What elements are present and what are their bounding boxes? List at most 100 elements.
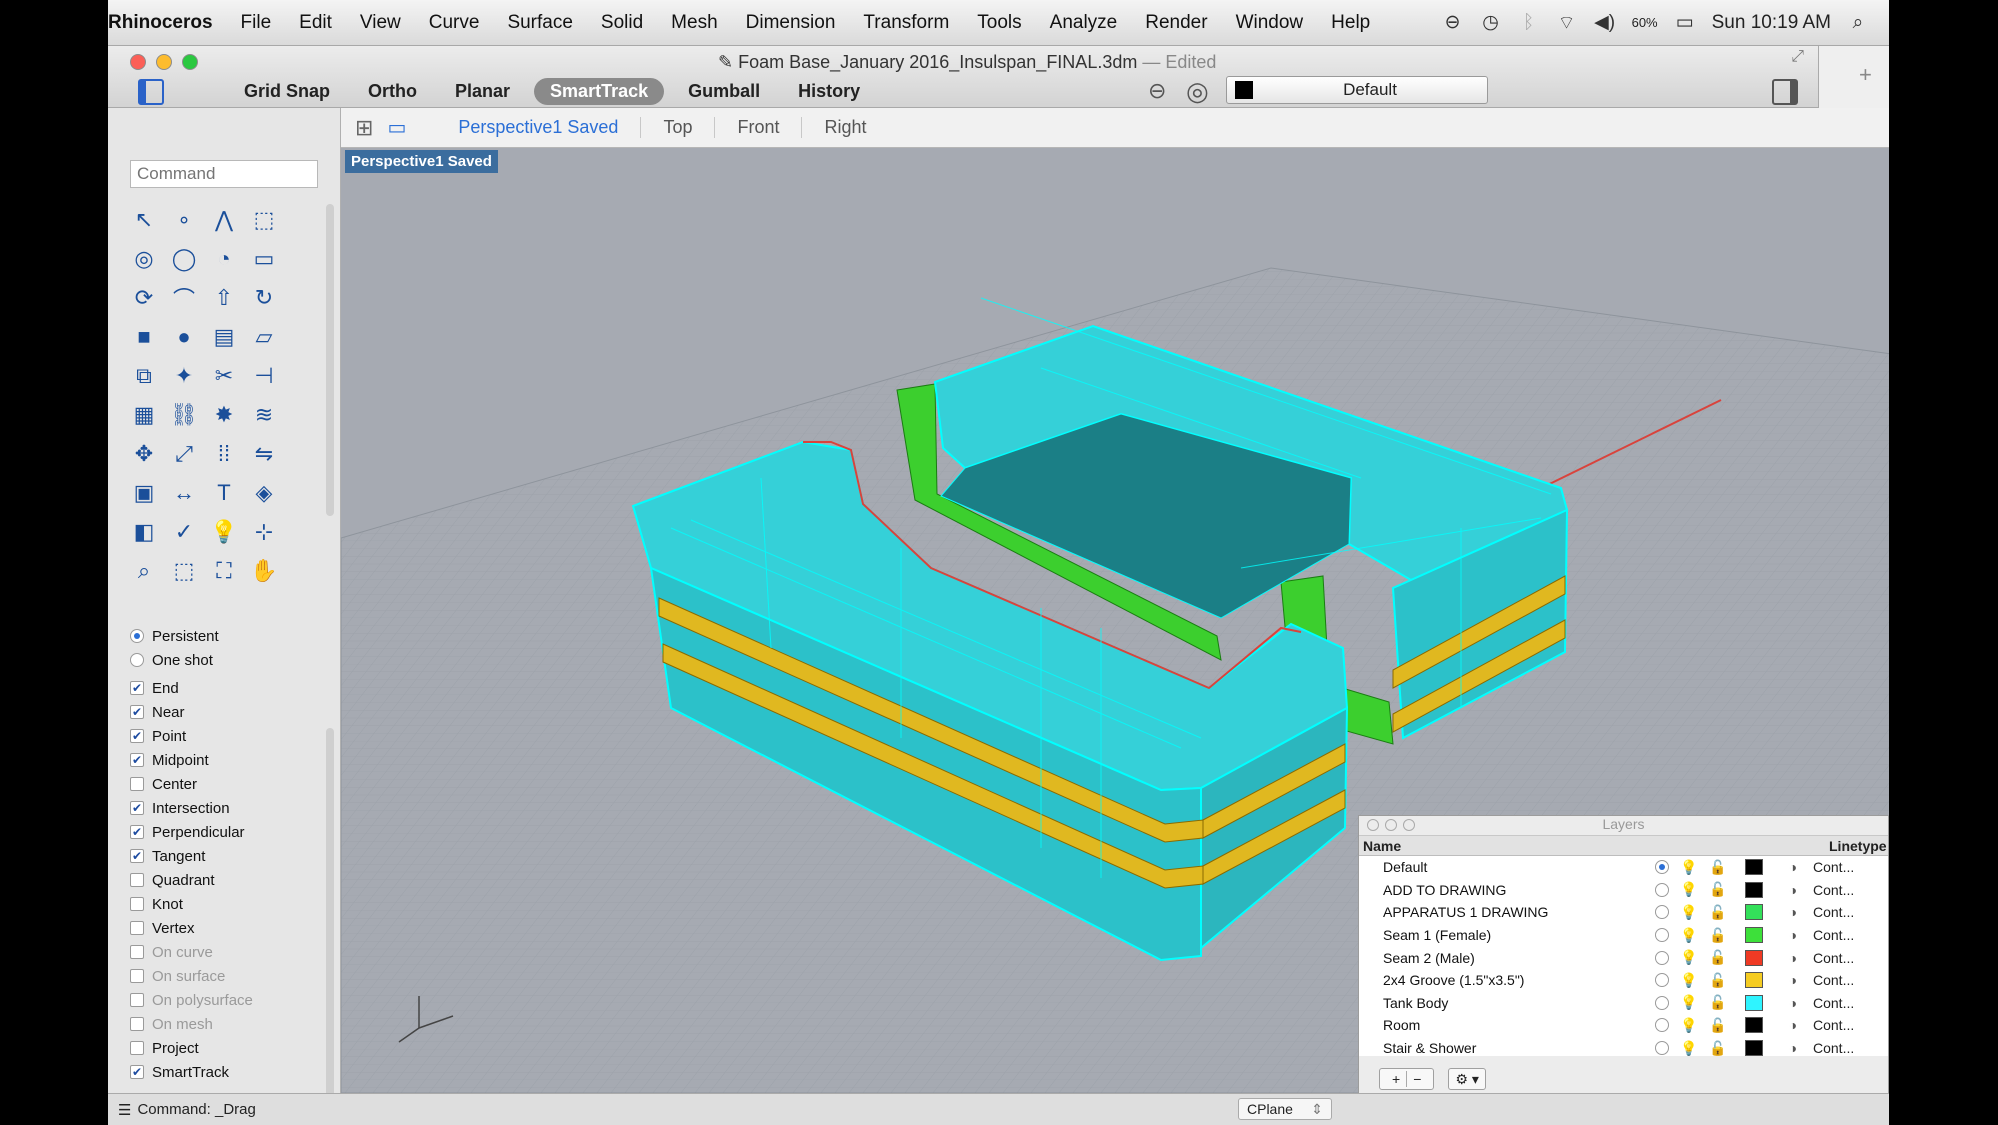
mesh-icon[interactable]: ▦ <box>124 395 164 434</box>
layer-visibility-icon[interactable]: 💡 <box>1675 994 1703 1011</box>
layer-visibility-icon[interactable]: 💡 <box>1675 859 1703 876</box>
viewport-label[interactable]: Perspective1 Saved <box>345 150 498 173</box>
layer-linetype[interactable]: Cont... <box>1813 1017 1854 1033</box>
panel-zoom-button[interactable] <box>1403 819 1415 831</box>
column-linetype[interactable]: Linetype <box>1829 838 1887 854</box>
menu-help[interactable]: Help <box>1317 12 1384 34</box>
four-viewports-icon[interactable]: ⊞ <box>355 115 373 141</box>
curve-rect-icon[interactable]: ⬚ <box>244 200 284 239</box>
layer-name[interactable]: 2x4 Groove (1.5"x3.5") <box>1359 972 1649 988</box>
fullscreen-icon[interactable]: ⤢ <box>1791 48 1804 66</box>
osnap-item-end[interactable]: ✔ End <box>130 676 253 700</box>
menu-mesh[interactable]: Mesh <box>657 12 731 34</box>
checkbox[interactable] <box>130 1041 144 1055</box>
layer-visibility-icon[interactable]: 💡 <box>1675 1017 1703 1034</box>
checkbox[interactable] <box>130 993 144 1007</box>
layer-name[interactable]: Room <box>1359 1017 1649 1033</box>
layer-linetype[interactable]: Cont... <box>1813 927 1854 943</box>
osnap-item-tangent[interactable]: ✔ Tangent <box>130 844 253 868</box>
layer-material-icon[interactable]: ◑ <box>1773 1040 1813 1056</box>
layer-row[interactable]: Seam 1 (Female) 💡 🔓 ◑ Cont... <box>1359 924 1888 947</box>
layer-color-swatch[interactable] <box>1745 994 1763 1011</box>
checkbox[interactable] <box>130 897 144 911</box>
menu-curve[interactable]: Curve <box>415 12 494 34</box>
offset-icon[interactable]: ⟳ <box>124 278 164 317</box>
menu-transform[interactable]: Transform <box>849 12 963 34</box>
layer-row[interactable]: Default 💡 🔓 ◑ Cont... <box>1359 856 1888 879</box>
layer-lock-icon[interactable]: 🔓 <box>1703 1040 1733 1056</box>
panel-minimize-button[interactable] <box>1385 819 1397 831</box>
layer-linetype[interactable]: Cont... <box>1813 972 1854 988</box>
layer-visibility-icon[interactable]: 💡 <box>1675 904 1703 921</box>
radio-button[interactable] <box>130 629 144 643</box>
zoom-icon[interactable]: ⌕ <box>124 551 164 590</box>
layer-color-swatch[interactable] <box>1745 859 1763 876</box>
plane-icon[interactable]: ▱ <box>244 317 284 356</box>
text-icon[interactable]: T <box>204 473 244 512</box>
checkbox[interactable] <box>130 873 144 887</box>
smarttrack-toggle[interactable]: SmartTrack <box>534 77 665 105</box>
osnap-mode-persistent[interactable]: Persistent <box>130 624 253 648</box>
boolean-icon[interactable]: ⧉ <box>124 356 164 395</box>
current-layer-radio[interactable] <box>1649 860 1675 875</box>
layer-linetype[interactable]: Cont... <box>1813 859 1854 875</box>
tab-top[interactable]: Top <box>640 117 714 138</box>
layer-lock-icon[interactable]: 🔓 <box>1703 904 1733 921</box>
edit-points-icon[interactable]: ⊹ <box>244 512 284 551</box>
layer-lock-icon[interactable]: 🔓 <box>1703 927 1733 944</box>
sidebar-toggle-right-button[interactable] <box>1772 79 1798 105</box>
layer-material-icon[interactable]: ◑ <box>1773 1017 1813 1033</box>
layer-name[interactable]: Stair & Shower <box>1359 1040 1649 1056</box>
layer-color-swatch[interactable] <box>1745 904 1763 921</box>
osnap-item-center[interactable]: Center <box>130 772 253 796</box>
layer-name[interactable]: Seam 2 (Male) <box>1359 950 1649 966</box>
layer-linetype[interactable]: Cont... <box>1813 1040 1854 1056</box>
single-viewport-icon[interactable]: ▭ <box>387 115 406 140</box>
circle-icon[interactable]: ◎ <box>124 239 164 278</box>
select-arrow-icon[interactable]: ↖ <box>124 200 164 239</box>
undo-icon[interactable]: ⊖ <box>1148 78 1166 104</box>
bluetooth-icon[interactable]: ᛒ <box>1518 12 1540 34</box>
current-layer-radio[interactable] <box>1649 995 1675 1010</box>
checkbox[interactable]: ✔ <box>130 849 144 863</box>
osnap-item-smarttrack[interactable]: ✔ SmartTrack <box>130 1060 253 1084</box>
remove-layer-button[interactable]: − <box>1406 1071 1427 1087</box>
layer-lock-icon[interactable]: 🔓 <box>1703 972 1733 989</box>
checkbox[interactable] <box>130 969 144 983</box>
close-window-button[interactable] <box>130 54 146 70</box>
check-icon[interactable]: ✓ <box>164 512 204 551</box>
layer-material-icon[interactable]: ◑ <box>1773 995 1813 1011</box>
trim-icon[interactable]: ⊣ <box>244 356 284 395</box>
menu-solid[interactable]: Solid <box>587 12 657 34</box>
planar-toggle[interactable]: Planar <box>455 81 510 102</box>
layer-visibility-icon[interactable]: 💡 <box>1675 881 1703 898</box>
layer-linetype[interactable]: Cont... <box>1813 904 1854 920</box>
polyline-icon[interactable]: ⋀ <box>204 200 244 239</box>
menu-render[interactable]: Render <box>1131 12 1221 34</box>
checkbox[interactable]: ✔ <box>130 801 144 815</box>
osnap-item-on-surface[interactable]: On surface <box>130 964 253 988</box>
layer-name[interactable]: APPARATUS 1 DRAWING <box>1359 904 1649 920</box>
current-layer-selector[interactable]: Default <box>1226 76 1488 104</box>
layer-name[interactable]: Tank Body <box>1359 995 1649 1011</box>
gumball-toggle[interactable]: Gumball <box>688 81 760 102</box>
mirror-icon[interactable]: ⇋ <box>244 434 284 473</box>
layer-name[interactable]: Seam 1 (Female) <box>1359 927 1649 943</box>
layer-lock-icon[interactable]: 🔓 <box>1703 859 1733 876</box>
ortho-toggle[interactable]: Ortho <box>368 81 417 102</box>
layer-color-swatch[interactable] <box>1745 1040 1763 1056</box>
checkbox[interactable]: ✔ <box>130 729 144 743</box>
layer-material-icon[interactable]: ◑ <box>1773 859 1813 875</box>
current-layer-radio[interactable] <box>1649 1041 1675 1056</box>
layer-material-icon[interactable]: ◑ <box>1773 950 1813 966</box>
layer-lock-icon[interactable]: 🔓 <box>1703 949 1733 966</box>
layer-color-swatch[interactable] <box>1745 1017 1763 1034</box>
menu-window[interactable]: Window <box>1222 12 1318 34</box>
menu-analyze[interactable]: Analyze <box>1036 12 1132 34</box>
osnap-scrollbar[interactable] <box>326 728 334 1125</box>
checkbox[interactable]: ✔ <box>130 825 144 839</box>
checkbox[interactable] <box>130 945 144 959</box>
layer-name[interactable]: Default <box>1359 859 1649 875</box>
osnap-item-midpoint[interactable]: ✔ Midpoint <box>130 748 253 772</box>
menu-surface[interactable]: Surface <box>493 12 586 34</box>
